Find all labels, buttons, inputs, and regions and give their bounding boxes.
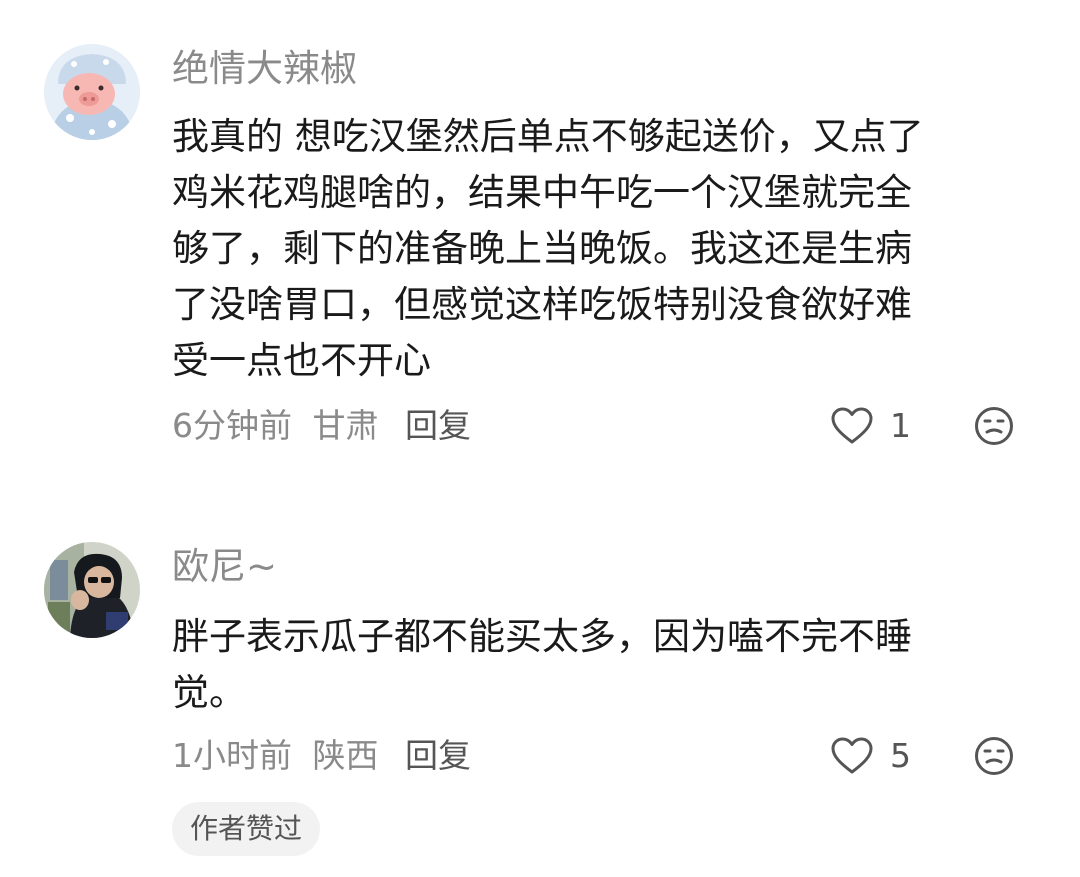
comment-text-line: 胖子表示瓜子都不能买太多，因为嗑不完不睡 (172, 615, 912, 658)
author-liked-badge: 作者赞过 (172, 802, 321, 856)
comment-text-line: 觉。 (172, 671, 246, 714)
comment-time: 1小时前 (172, 736, 292, 775)
comment-location: 陕西 (312, 736, 379, 775)
reply-button[interactable]: 回复 (405, 736, 471, 775)
user-avatar[interactable] (44, 542, 140, 638)
comment-username[interactable]: 欧尼~ (172, 542, 277, 592)
neutral-face-icon[interactable] (974, 736, 1014, 776)
person-photo-avatar-icon (44, 542, 140, 638)
heart-outline-icon[interactable] (830, 736, 874, 776)
like-count: 5 (890, 736, 911, 775)
comment-meta: 1小时前 陕西 回复 (172, 734, 481, 778)
comment-text: 胖子表示瓜子都不能买太多，因为嗑不完不睡 觉。 (172, 609, 1022, 721)
comment-item: 欧尼~ 胖子表示瓜子都不能买太多，因为嗑不完不睡 觉。 1小时前 陕西 回复 5… (0, 0, 1080, 877)
